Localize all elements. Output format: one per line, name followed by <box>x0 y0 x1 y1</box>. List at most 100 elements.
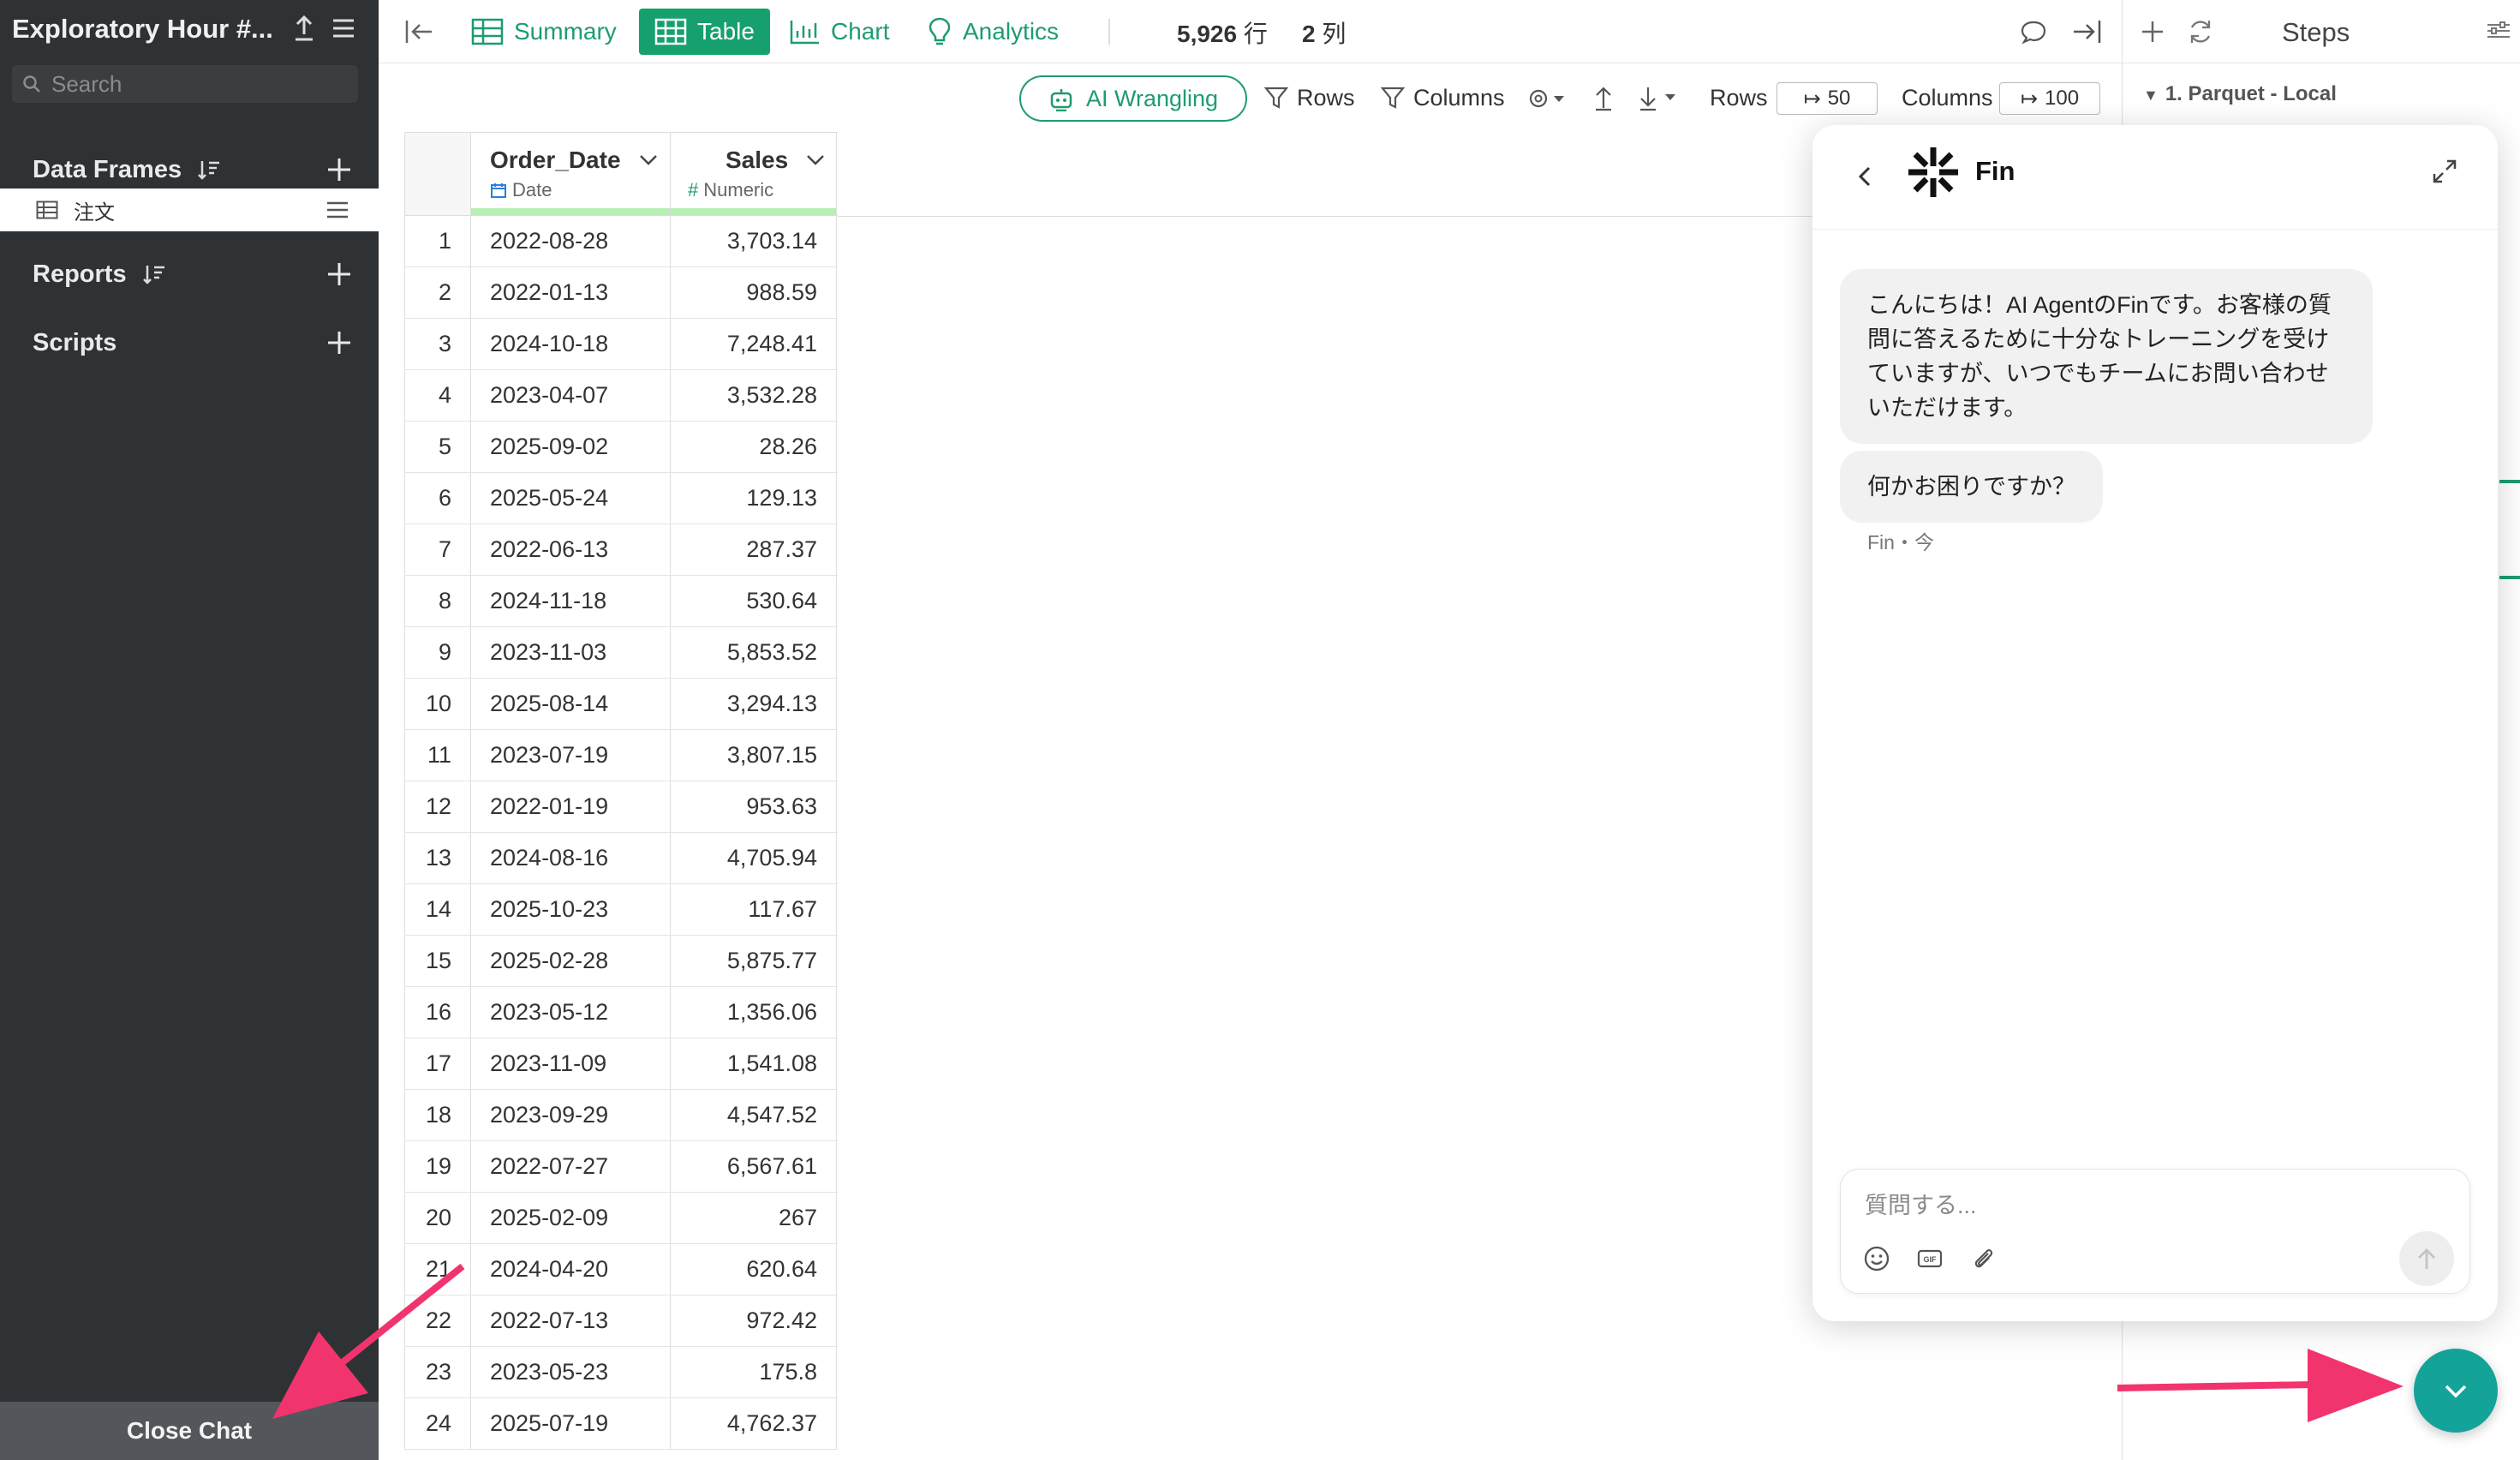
table-row[interactable]: 4 2023-04-07 3,532.28 <box>404 370 838 422</box>
cell-sales[interactable]: 117.67 <box>671 884 837 935</box>
reports-section[interactable]: Reports <box>0 250 379 298</box>
cell-order-date[interactable]: 2024-04-20 <box>471 1244 671 1295</box>
cell-order-date[interactable]: 2025-09-02 <box>471 422 671 472</box>
sort-icon[interactable] <box>142 262 166 286</box>
add-script-icon[interactable] <box>325 329 353 356</box>
add-data-frame-icon[interactable] <box>325 156 353 183</box>
cell-sales[interactable]: 3,294.13 <box>671 679 837 729</box>
cell-order-date[interactable]: 2025-08-14 <box>471 679 671 729</box>
cell-order-date[interactable]: 2023-05-12 <box>471 987 671 1038</box>
table-row[interactable]: 24 2025-07-19 4,762.37 <box>404 1398 838 1450</box>
cell-order-date[interactable]: 2023-11-09 <box>471 1038 671 1089</box>
tab-table[interactable]: Table <box>639 9 770 55</box>
sort-icon[interactable] <box>197 158 221 182</box>
table-row[interactable]: 16 2023-05-12 1,356.06 <box>404 987 838 1038</box>
table-row[interactable]: 3 2024-10-18 7,248.41 <box>404 319 838 370</box>
chat-input[interactable] <box>1865 1188 2396 1223</box>
back-chevron-icon[interactable] <box>1854 159 1874 194</box>
cell-sales[interactable]: 7,248.41 <box>671 319 837 369</box>
table-row[interactable]: 23 2023-05-23 175.8 <box>404 1347 838 1398</box>
cell-sales[interactable]: 5,853.52 <box>671 627 837 678</box>
upload-icon[interactable] <box>291 14 317 43</box>
search-input[interactable] <box>51 70 343 98</box>
table-row[interactable]: 8 2024-11-18 530.64 <box>404 576 838 627</box>
cell-sales[interactable]: 4,762.37 <box>671 1398 837 1449</box>
table-row[interactable]: 10 2025-08-14 3,294.13 <box>404 679 838 730</box>
table-row[interactable]: 9 2023-11-03 5,853.52 <box>404 627 838 679</box>
collapse-sidebar-icon[interactable] <box>404 19 435 45</box>
cell-sales[interactable]: 3,703.14 <box>671 216 837 266</box>
cell-order-date[interactable]: 2025-07-19 <box>471 1398 671 1449</box>
cell-sales[interactable]: 1,541.08 <box>671 1038 837 1089</box>
rows-count-input[interactable]: ↦ 50 <box>1777 82 1878 115</box>
cell-order-date[interactable]: 2024-08-16 <box>471 833 671 883</box>
table-row[interactable]: 21 2024-04-20 620.64 <box>404 1244 838 1295</box>
table-row[interactable]: 11 2023-07-19 3,807.15 <box>404 730 838 781</box>
table-row[interactable]: 19 2022-07-27 6,567.61 <box>404 1141 838 1193</box>
data-frames-section[interactable]: Data Frames <box>0 146 379 194</box>
tab-analytics[interactable]: Analytics <box>927 9 1059 55</box>
settings-gear-icon[interactable] <box>1526 86 1566 111</box>
cell-order-date[interactable]: 2022-06-13 <box>471 524 671 575</box>
collapse-right-panel-icon[interactable] <box>2071 19 2102 45</box>
sidebar-search[interactable] <box>12 65 358 103</box>
cell-order-date[interactable]: 2025-10-23 <box>471 884 671 935</box>
column-header-sales[interactable]: Sales # Numeric <box>671 133 837 215</box>
column-header-order-date[interactable]: Order_Date Date <box>471 133 671 215</box>
columns-count-input[interactable]: ↦ 100 <box>1999 82 2100 115</box>
table-row[interactable]: 7 2022-06-13 287.37 <box>404 524 838 576</box>
table-row[interactable]: 15 2025-02-28 5,875.77 <box>404 936 838 987</box>
ai-wrangling-button[interactable]: AI Wrangling <box>1019 75 1247 122</box>
attachment-icon[interactable] <box>1969 1245 1997 1272</box>
cell-sales[interactable]: 530.64 <box>671 576 837 626</box>
project-title[interactable]: Exploratory Hour #... <box>12 14 273 45</box>
cell-sales[interactable]: 953.63 <box>671 781 837 832</box>
cell-sales[interactable]: 175.8 <box>671 1347 837 1397</box>
cell-sales[interactable]: 4,705.94 <box>671 833 837 883</box>
table-row[interactable]: 14 2025-10-23 117.67 <box>404 884 838 936</box>
chevron-down-icon[interactable] <box>804 150 827 169</box>
comment-icon[interactable] <box>2020 19 2047 45</box>
cell-order-date[interactable]: 2023-04-07 <box>471 370 671 421</box>
cell-order-date[interactable]: 2025-02-09 <box>471 1193 671 1243</box>
cell-sales[interactable]: 620.64 <box>671 1244 837 1295</box>
chevron-down-icon[interactable] <box>637 150 660 169</box>
chat-toggle-button[interactable] <box>2414 1349 2498 1433</box>
table-row[interactable]: 17 2023-11-09 1,541.08 <box>404 1038 838 1090</box>
refresh-icon[interactable] <box>2186 17 2215 46</box>
send-button[interactable] <box>2399 1231 2454 1286</box>
gif-icon[interactable]: GIF <box>1916 1245 1944 1272</box>
data-frame-item[interactable]: 注文 <box>0 188 379 231</box>
cell-order-date[interactable]: 2022-07-27 <box>471 1141 671 1192</box>
cell-order-date[interactable]: 2022-01-13 <box>471 267 671 318</box>
cell-sales[interactable]: 267 <box>671 1193 837 1243</box>
table-row[interactable]: 13 2024-08-16 4,705.94 <box>404 833 838 884</box>
cell-sales[interactable]: 287.37 <box>671 524 837 575</box>
sort-ascending-icon[interactable] <box>1593 84 1614 111</box>
step-item[interactable]: ▼ 1. Parquet - Local <box>2143 82 2337 106</box>
columns-filter-button[interactable]: Columns <box>1381 81 1505 115</box>
cell-sales[interactable]: 988.59 <box>671 267 837 318</box>
tab-summary[interactable]: Summary <box>471 9 617 55</box>
cell-order-date[interactable]: 2023-09-29 <box>471 1090 671 1140</box>
table-row[interactable]: 18 2023-09-29 4,547.52 <box>404 1090 838 1141</box>
tab-chart[interactable]: Chart <box>790 9 889 55</box>
rows-filter-button[interactable]: Rows <box>1264 81 1355 115</box>
table-row[interactable]: 20 2025-02-09 267 <box>404 1193 838 1244</box>
data-frame-menu-icon[interactable] <box>325 199 349 221</box>
table-row[interactable]: 1 2022-08-28 3,703.14 <box>404 216 838 267</box>
cell-order-date[interactable]: 2022-08-28 <box>471 216 671 266</box>
cell-order-date[interactable]: 2022-01-19 <box>471 781 671 832</box>
add-report-icon[interactable] <box>325 260 353 288</box>
add-step-icon[interactable] <box>2140 19 2165 45</box>
cell-sales[interactable]: 972.42 <box>671 1295 837 1346</box>
cell-sales[interactable]: 1,356.06 <box>671 987 837 1038</box>
table-row[interactable]: 12 2022-01-19 953.63 <box>404 781 838 833</box>
cell-order-date[interactable]: 2024-10-18 <box>471 319 671 369</box>
menu-icon[interactable] <box>331 15 356 41</box>
cell-order-date[interactable]: 2025-02-28 <box>471 936 671 986</box>
settings-sliders-icon[interactable] <box>2486 19 2511 43</box>
cell-order-date[interactable]: 2022-07-13 <box>471 1295 671 1346</box>
expand-icon[interactable] <box>2431 158 2458 185</box>
table-row[interactable]: 2 2022-01-13 988.59 <box>404 267 838 319</box>
